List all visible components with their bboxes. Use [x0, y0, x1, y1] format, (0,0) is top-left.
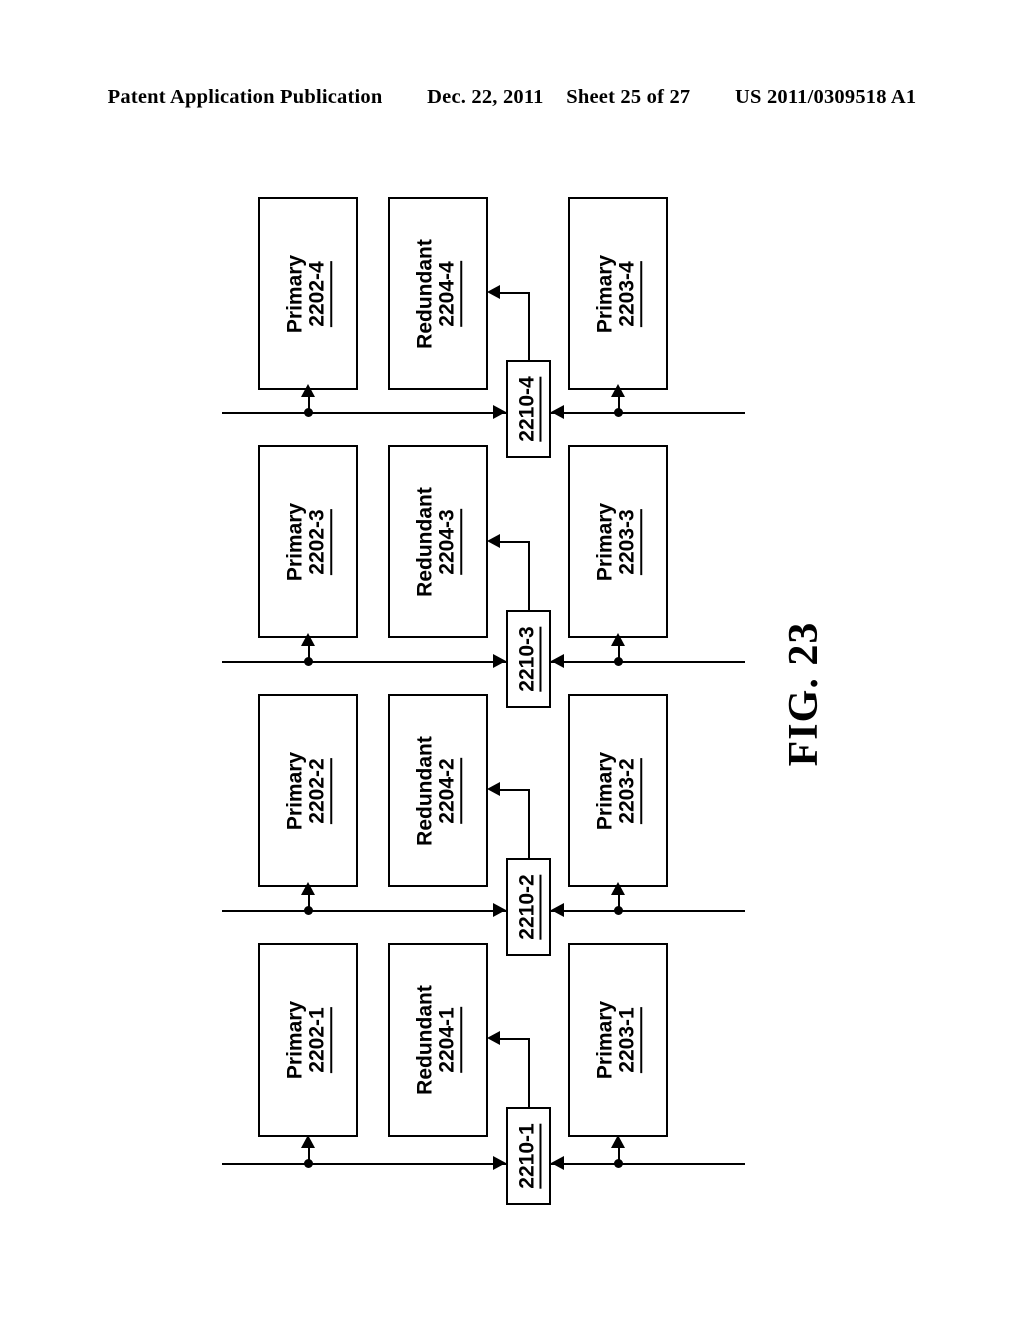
tap-right-dot-group-1 — [614, 1159, 623, 1168]
feedback-hline-group-2 — [500, 789, 528, 791]
feedback-arrowhead-group-2 — [487, 782, 500, 796]
switch-label-group-3: 2210-3 — [515, 626, 542, 692]
feedback-hline-group-1 — [500, 1038, 528, 1040]
bus-left-group-3 — [222, 661, 506, 663]
tap-right-arrowhead-group-3 — [611, 633, 625, 646]
bus-right-arrowhead-group-4 — [551, 405, 564, 419]
figure-caption: FIG. 23 — [781, 621, 827, 767]
primary-right-box-group-3[interactable]: Primary 2203-3 — [568, 445, 668, 638]
redundant-label-group-3: Redundant 2204-3 — [413, 487, 462, 596]
switch-box-group-1[interactable]: 2210-1 — [506, 1107, 551, 1205]
tap-left-dot-group-4 — [304, 408, 313, 417]
switch-box-group-3[interactable]: 2210-3 — [506, 610, 551, 708]
feedback-vline-group-2 — [528, 789, 530, 859]
feedback-vline-group-4 — [528, 292, 530, 362]
tap-right-arrowhead-group-2 — [611, 882, 625, 895]
feedback-hline-group-4 — [500, 292, 528, 294]
feedback-hline-group-3 — [500, 541, 528, 543]
switch-label-group-4: 2210-4 — [515, 376, 542, 442]
tap-left-dot-group-1 — [304, 1159, 313, 1168]
tap-left-dot-group-2 — [304, 906, 313, 915]
primary-left-box-group-4[interactable]: Primary 2202-4 — [258, 197, 358, 390]
redundant-box-group-2[interactable]: Redundant 2204-2 — [388, 694, 488, 887]
primary-right-label-group-2: Primary 2203-2 — [593, 751, 642, 830]
feedback-arrowhead-group-3 — [487, 534, 500, 548]
bus-right-group-1 — [551, 1163, 745, 1165]
bus-left-arrowhead-group-3 — [493, 654, 506, 668]
primary-right-box-group-4[interactable]: Primary 2203-4 — [568, 197, 668, 390]
redundant-label-group-4: Redundant 2204-4 — [413, 239, 462, 348]
redundant-box-group-4[interactable]: Redundant 2204-4 — [388, 197, 488, 390]
tap-left-arrowhead-group-3 — [301, 633, 315, 646]
primary-left-box-group-2[interactable]: Primary 2202-2 — [258, 694, 358, 887]
primary-right-label-group-1: Primary 2203-1 — [593, 1001, 642, 1079]
primary-left-label-group-1: Primary 2202-1 — [283, 1001, 332, 1079]
redundant-label-group-1: Redundant 2204-1 — [413, 985, 462, 1095]
redundant-label-group-2: Redundant 2204-2 — [413, 736, 462, 845]
tap-right-arrowhead-group-1 — [611, 1135, 625, 1148]
bus-right-arrowhead-group-2 — [551, 903, 564, 917]
primary-right-label-group-3: Primary 2203-3 — [593, 502, 642, 581]
tap-left-arrowhead-group-2 — [301, 882, 315, 895]
primary-left-box-group-1[interactable]: Primary 2202-1 — [258, 943, 358, 1137]
bus-right-group-3 — [551, 661, 745, 663]
bus-right-arrowhead-group-1 — [551, 1156, 564, 1170]
primary-left-label-group-2: Primary 2202-2 — [283, 751, 332, 830]
switch-label-group-1: 2210-1 — [515, 1123, 542, 1189]
figure-23-diagram: Primary 2202-4 Redundant 2204-4 Primary … — [0, 0, 1024, 1320]
redundant-box-group-3[interactable]: Redundant 2204-3 — [388, 445, 488, 638]
bus-right-group-4 — [551, 412, 745, 414]
tap-left-dot-group-3 — [304, 657, 313, 666]
switch-label-group-2: 2210-2 — [515, 874, 542, 940]
feedback-vline-group-3 — [528, 541, 530, 611]
bus-left-arrowhead-group-4 — [493, 405, 506, 419]
bus-right-arrowhead-group-3 — [551, 654, 564, 668]
redundant-box-group-1[interactable]: Redundant 2204-1 — [388, 943, 488, 1137]
bus-left-group-1 — [222, 1163, 506, 1165]
primary-left-label-group-3: Primary 2202-3 — [283, 502, 332, 581]
primary-right-label-group-4: Primary 2203-4 — [593, 254, 642, 333]
bus-left-group-2 — [222, 910, 506, 912]
primary-right-box-group-2[interactable]: Primary 2203-2 — [568, 694, 668, 887]
feedback-vline-group-1 — [528, 1038, 530, 1108]
switch-box-group-2[interactable]: 2210-2 — [506, 858, 551, 956]
tap-right-dot-group-2 — [614, 906, 623, 915]
tap-left-arrowhead-group-4 — [301, 384, 315, 397]
tap-left-arrowhead-group-1 — [301, 1135, 315, 1148]
bus-left-arrowhead-group-1 — [493, 1156, 506, 1170]
bus-left-arrowhead-group-2 — [493, 903, 506, 917]
switch-box-group-4[interactable]: 2210-4 — [506, 360, 551, 458]
tap-right-dot-group-4 — [614, 408, 623, 417]
feedback-arrowhead-group-4 — [487, 285, 500, 299]
primary-left-label-group-4: Primary 2202-4 — [283, 254, 332, 333]
tap-right-dot-group-3 — [614, 657, 623, 666]
tap-right-arrowhead-group-4 — [611, 384, 625, 397]
feedback-arrowhead-group-1 — [487, 1031, 500, 1045]
primary-right-box-group-1[interactable]: Primary 2203-1 — [568, 943, 668, 1137]
bus-right-group-2 — [551, 910, 745, 912]
bus-left-group-4 — [222, 412, 506, 414]
primary-left-box-group-3[interactable]: Primary 2202-3 — [258, 445, 358, 638]
